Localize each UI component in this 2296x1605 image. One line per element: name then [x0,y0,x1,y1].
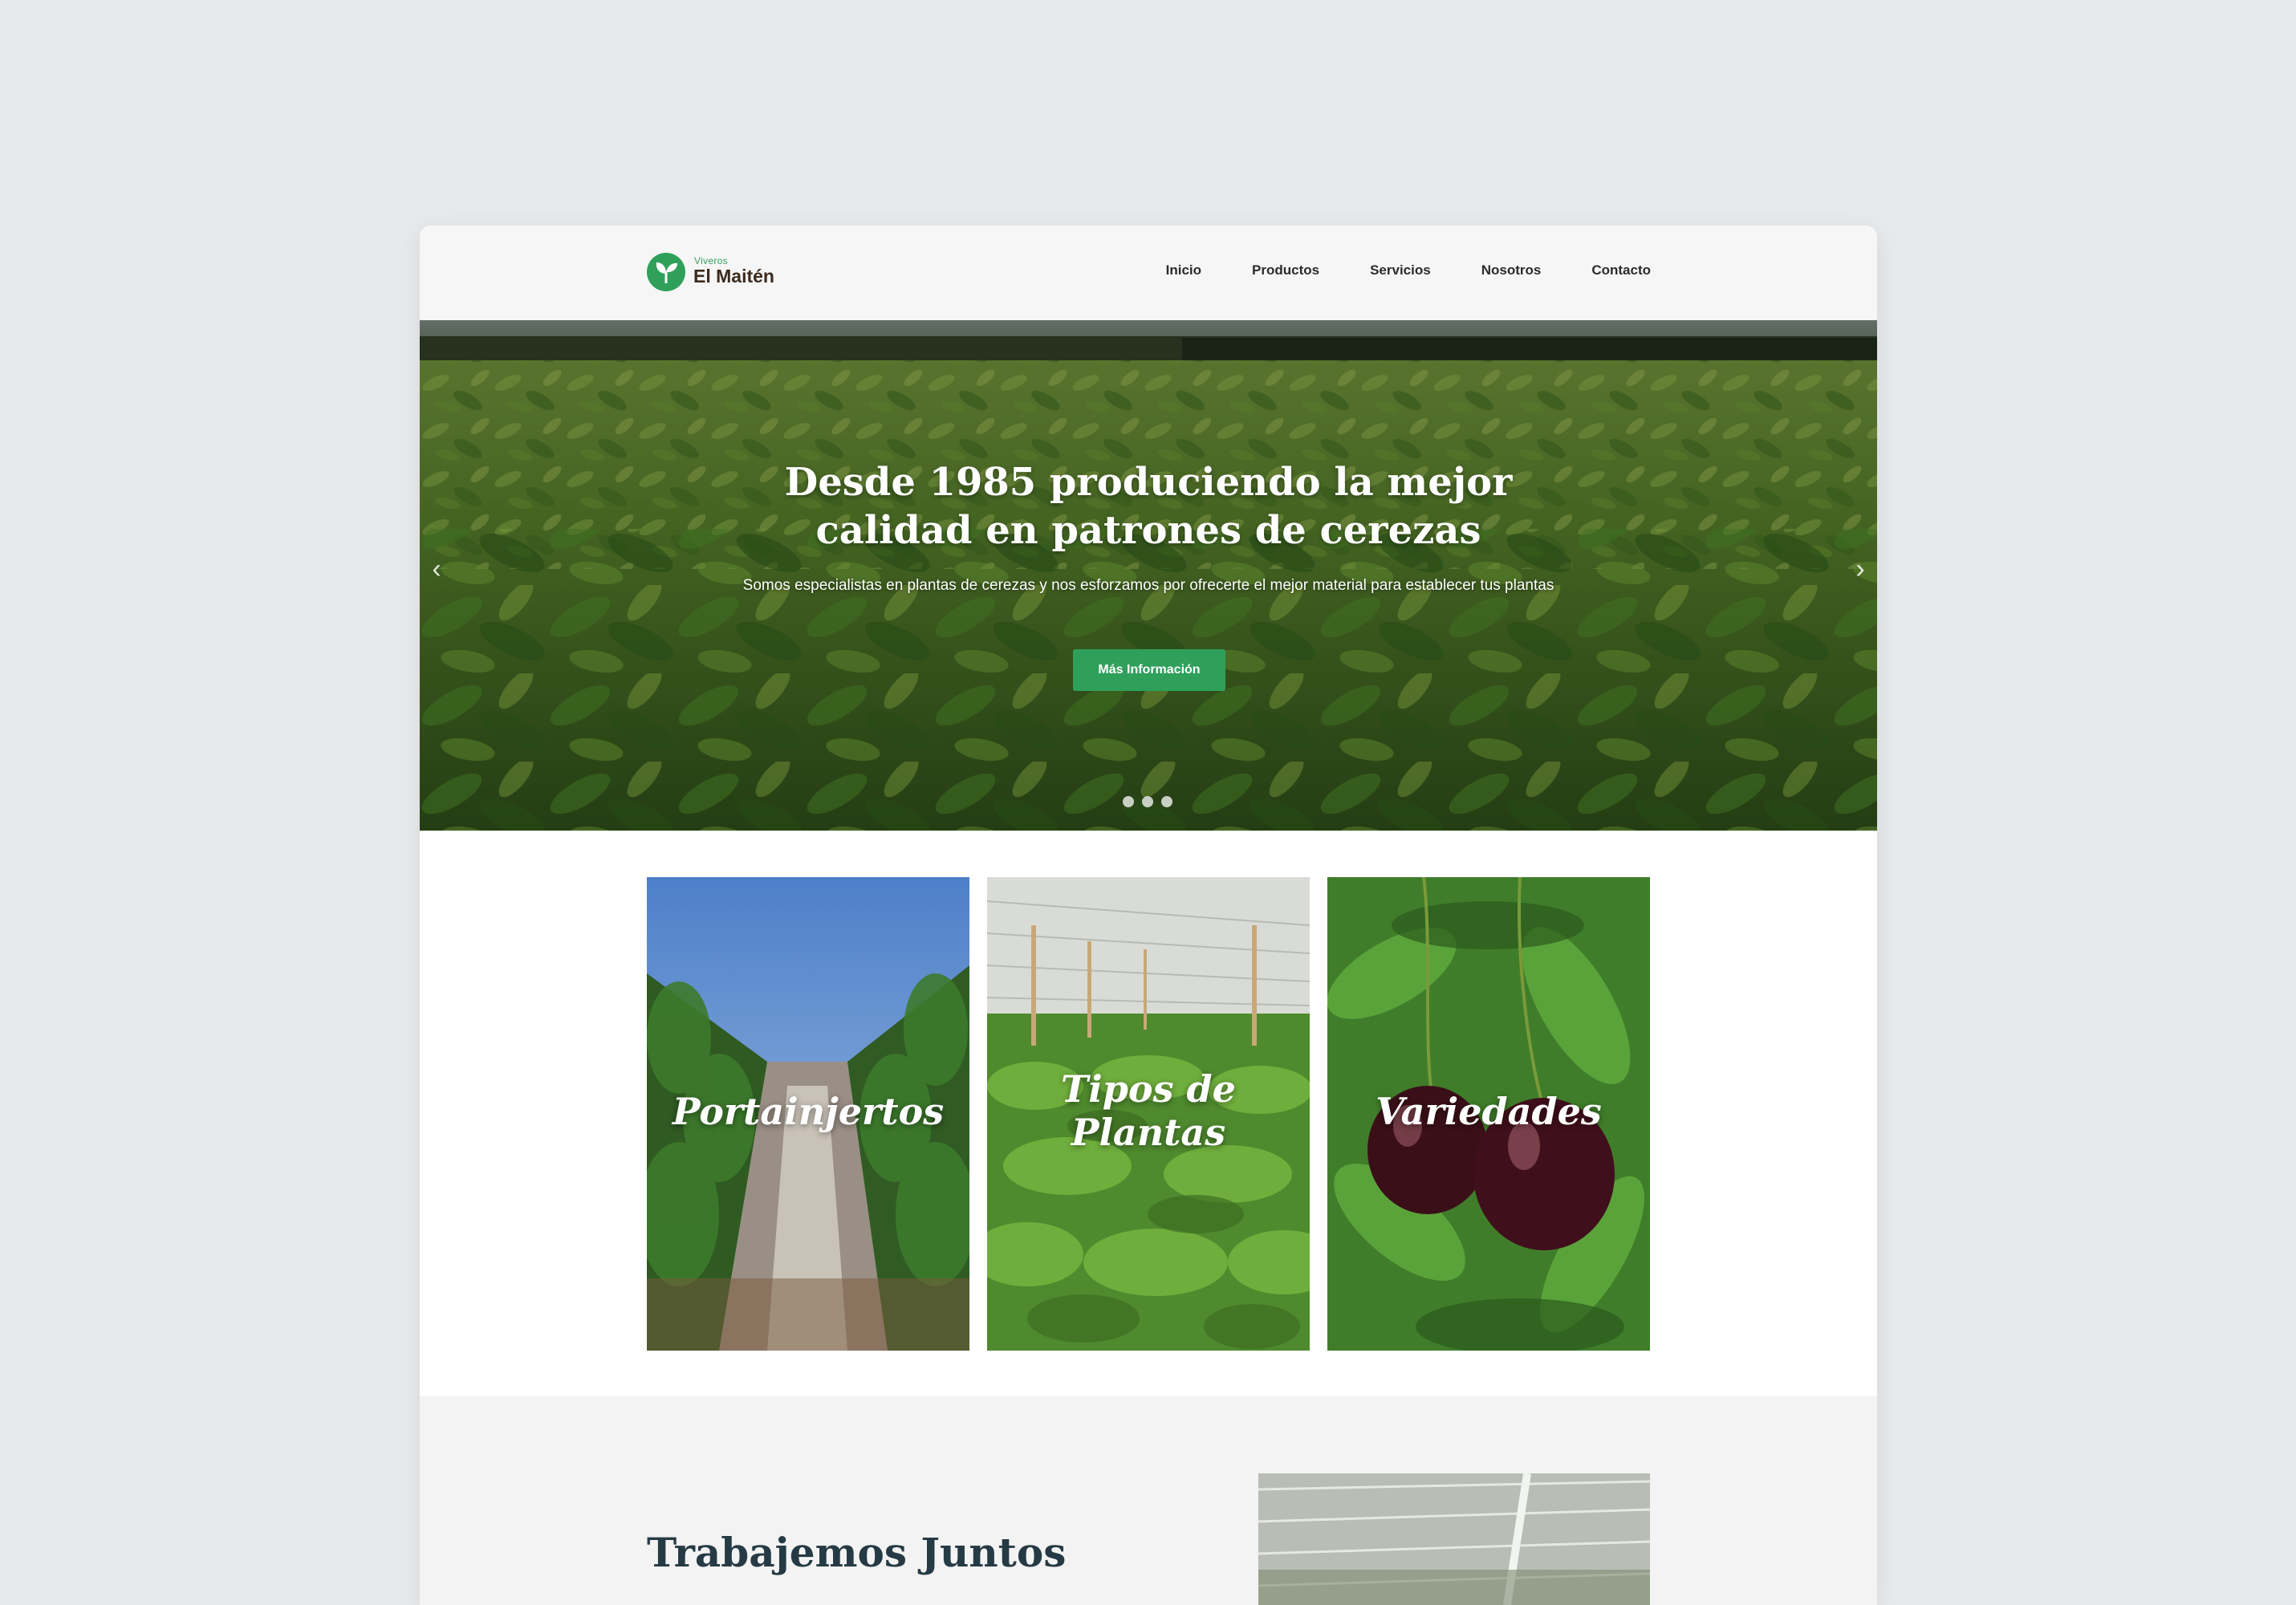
section-title: Trabajemos Juntos [647,1529,1067,1576]
chevron-left-icon[interactable]: ‹ [425,553,449,585]
site-header: Viveros El Maitén Inicio Productos Servi… [420,226,1877,320]
hero-subtitle: Somos especialistas en plantas de cereza… [742,577,1554,594]
site-logo[interactable]: Viveros El Maitén [647,250,783,296]
chevron-right-icon[interactable]: › [1848,553,1872,585]
greenhouse-photo [1258,1473,1650,1605]
work-together-section: Trabajemos Juntos [420,1396,1877,1605]
logo-tagline: Viveros [694,255,728,266]
slider-dot[interactable] [1161,796,1172,807]
nav-item-inicio[interactable]: Inicio [1166,262,1201,278]
card-title: Portainjertos [672,1090,945,1133]
nav-item-servicios[interactable]: Servicios [1370,262,1431,278]
slider-dots [1123,796,1172,807]
hero-title: Desde 1985 produciendo la mejor calidad … [784,460,1513,553]
more-info-button[interactable]: Más Información [1073,649,1225,691]
hero-slider: Desde 1985 produciendo la mejor calidad … [420,320,1877,831]
category-cards: Portainjertos Tipos de Plantas Variedade… [647,877,1650,1351]
card-portainjertos[interactable]: Portainjertos [647,877,969,1351]
nav-item-contacto[interactable]: Contacto [1591,262,1651,278]
browser-window: Viveros El Maitén Inicio Productos Servi… [420,226,1877,1605]
main-nav: Inicio Productos Servicios Nosotros Cont… [1166,262,1651,278]
slider-dot[interactable] [1123,796,1134,807]
card-tipos-de-plantas[interactable]: Tipos de Plantas [987,877,1310,1351]
leaf-icon [647,253,685,291]
nav-item-productos[interactable]: Productos [1252,262,1319,278]
card-title: Variedades [1376,1090,1602,1133]
logo-name: El Maitén [693,266,774,286]
slider-dot[interactable] [1142,796,1153,807]
card-title: Tipos de Plantas [1061,1067,1236,1154]
card-variedades[interactable]: Variedades [1327,877,1650,1351]
nav-item-nosotros[interactable]: Nosotros [1481,262,1542,278]
